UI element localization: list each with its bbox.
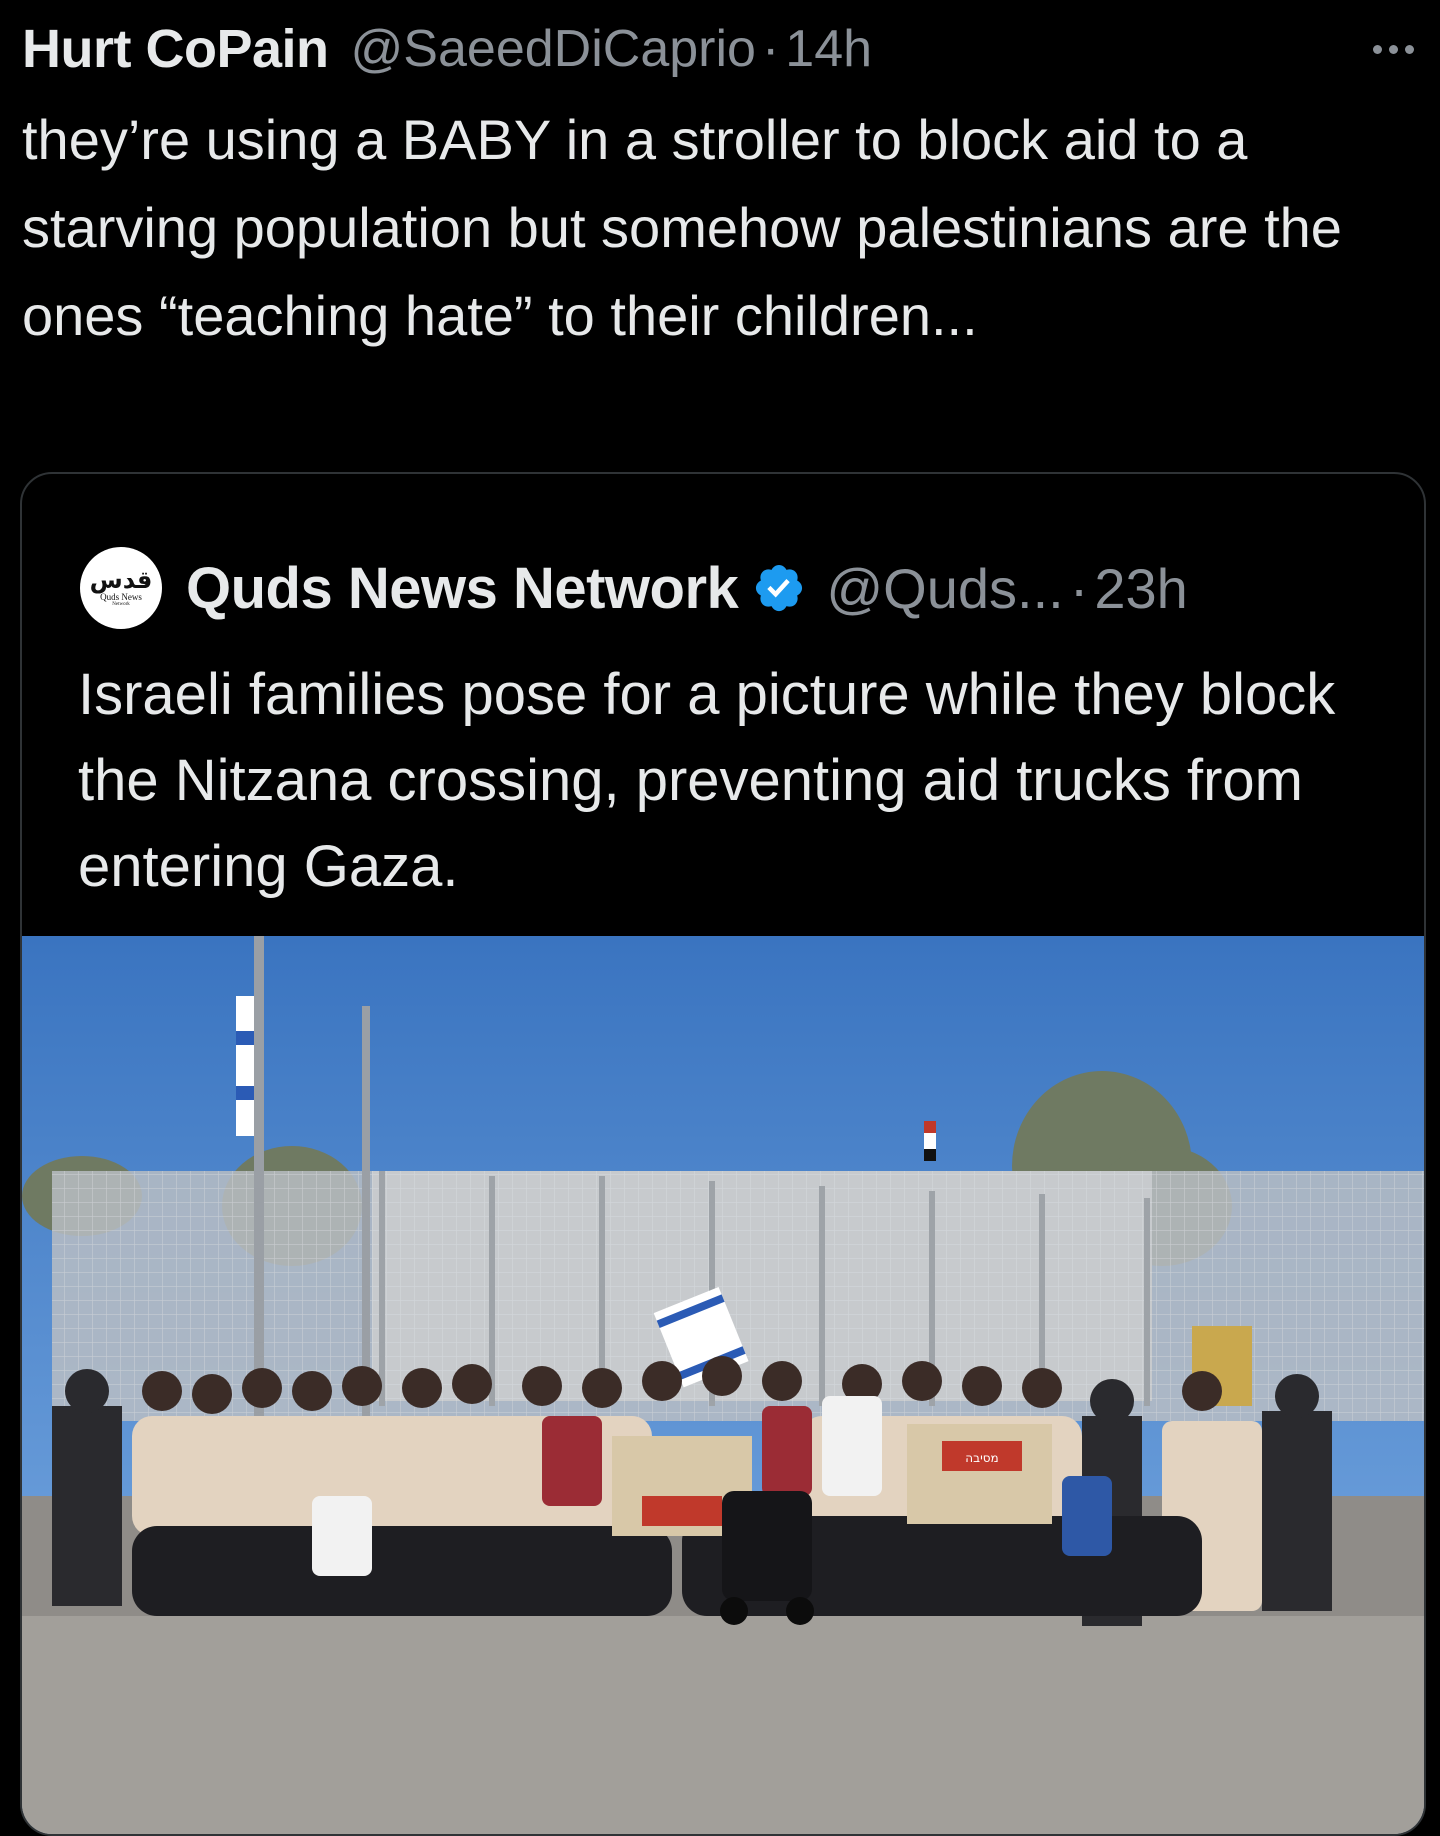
avatar-logo-line2: Network xyxy=(112,602,130,607)
lamp-pole xyxy=(362,1006,370,1426)
small-flag xyxy=(924,1121,936,1161)
hanging-flag xyxy=(236,996,254,1136)
quoted-author-handle[interactable]: @Quds... xyxy=(826,556,1063,621)
more-horizontal-icon xyxy=(1373,44,1414,54)
quoted-tweet-text: Israeli families pose for a picture whil… xyxy=(78,662,1336,899)
tweet-header: Hurt CoPain @SaeedDiCaprio · 14h xyxy=(22,14,1418,84)
tweet-text: they’re using a BABY in a stroller to bl… xyxy=(22,108,1342,347)
banner-text: מסיבה xyxy=(965,1451,998,1465)
quoted-tweet-timestamp[interactable]: 23h xyxy=(1094,556,1187,621)
quoted-tweet-card[interactable]: قدس Quds News Network Quds News Network … xyxy=(20,472,1426,1836)
more-options-button[interactable] xyxy=(1369,29,1418,69)
tweet: Hurt CoPain @SaeedDiCaprio · 14h they’re… xyxy=(0,0,1440,1836)
meta-separator: · xyxy=(761,20,780,78)
avatar-logo-line1: Quds News xyxy=(100,592,142,602)
avatar[interactable]: قدس Quds News Network xyxy=(80,547,162,629)
quoted-tweet-photo[interactable]: מסיבה xyxy=(22,936,1424,1836)
quoted-meta-separator: · xyxy=(1069,556,1089,620)
quoted-tweet-header: قدس Quds News Network Quds News Network … xyxy=(80,544,1188,632)
flag-pole xyxy=(254,936,264,1496)
quoted-author-name[interactable]: Quds News Network xyxy=(186,555,739,622)
avatar-logo-text: قدس xyxy=(89,566,153,594)
tweet-timestamp[interactable]: 14h xyxy=(785,19,872,79)
author-name[interactable]: Hurt CoPain xyxy=(22,18,329,80)
road-foreground xyxy=(22,1616,1424,1834)
verified-badge-icon xyxy=(756,564,803,612)
author-handle[interactable]: @SaeedDiCaprio xyxy=(351,19,756,79)
banner-right: מסיבה xyxy=(907,1424,1052,1524)
